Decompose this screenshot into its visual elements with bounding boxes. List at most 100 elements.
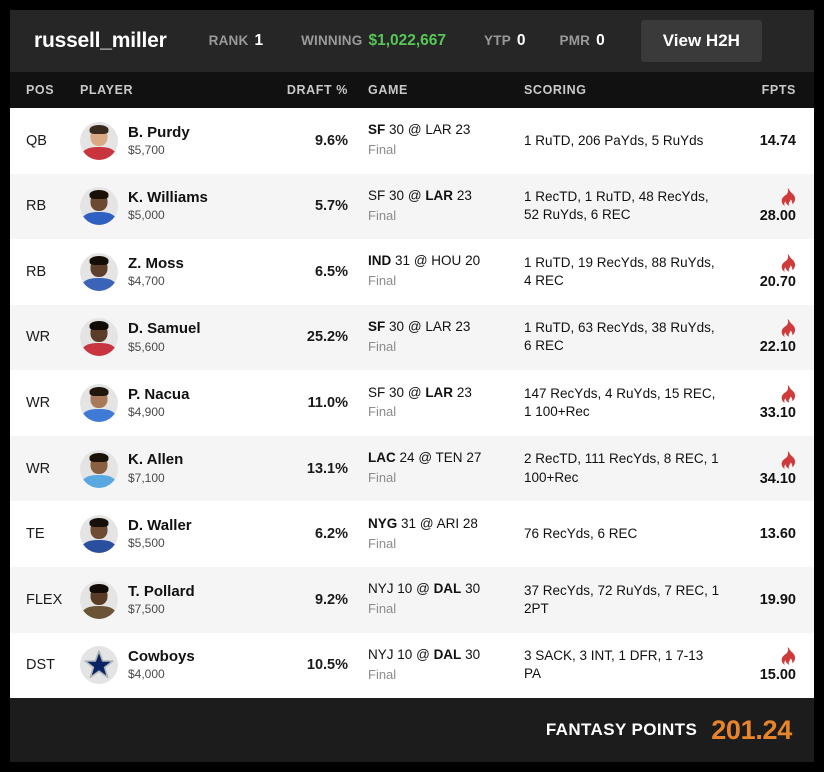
draft-percent-value: 25.2% bbox=[306, 329, 348, 346]
game-away-team: SF bbox=[368, 187, 386, 203]
cell-draft-percent: 9.2% bbox=[260, 591, 348, 609]
column-header-scoring: SCORING bbox=[524, 83, 587, 97]
game-home-team: TEN bbox=[435, 450, 463, 466]
draft-percent-value: 5.7% bbox=[314, 198, 348, 215]
table-column-header: POS PLAYER DRAFT % GAME SCORING FPTS bbox=[10, 72, 814, 108]
game-matchup: SF 30 @ LAR 23 bbox=[368, 122, 508, 139]
table-row[interactable]: WR P. Nacua $4,900 11.0% SF 30 @ LAR 23 Final… bbox=[10, 370, 814, 436]
cell-position: TE bbox=[10, 525, 80, 543]
player-avatar bbox=[80, 449, 118, 488]
game-home-score: 23 bbox=[456, 384, 472, 400]
cell-game[interactable]: SF 30 @ LAR 23 Final bbox=[348, 188, 508, 225]
lineup-card: russell_miller RANK 1 WINNING $1,022,667… bbox=[10, 10, 814, 762]
game-away-score: 30 bbox=[389, 318, 405, 334]
game-away-team: LAC bbox=[368, 450, 396, 466]
ytp-label: YTP bbox=[484, 33, 511, 48]
cell-game[interactable]: NYJ 10 @ DAL 30 Final bbox=[348, 647, 508, 684]
game-away-team: SF bbox=[368, 122, 386, 138]
cell-game[interactable]: NYG 31 @ ARI 28 Final bbox=[348, 516, 508, 553]
cell-player[interactable]: Z. Moss $4,700 bbox=[80, 252, 260, 291]
view-h2h-button[interactable]: View H2H bbox=[640, 20, 762, 62]
game-matchup: NYG 31 @ ARI 28 bbox=[368, 516, 508, 533]
game-home-score: 27 bbox=[466, 450, 482, 466]
cell-player[interactable]: K. Allen $7,100 bbox=[80, 449, 260, 488]
cell-player[interactable]: T. Pollard $7,500 bbox=[80, 580, 260, 619]
game-matchup: NYJ 10 @ DAL 30 bbox=[368, 647, 508, 664]
game-away-score: 30 bbox=[389, 384, 405, 400]
team-logo-avatar bbox=[80, 646, 118, 685]
fpts-value: 28.00 bbox=[759, 208, 796, 225]
player-salary: $5,600 bbox=[128, 339, 165, 354]
cell-game[interactable]: NYJ 10 @ DAL 30 Final bbox=[348, 581, 508, 618]
cell-player[interactable]: Cowboys $4,000 bbox=[80, 646, 260, 685]
scoring-summary: 1 RecTD, 1 RuTD, 48 RecYds, 52 RuYds, 6 … bbox=[524, 189, 709, 223]
game-home-team: DAL bbox=[433, 581, 462, 597]
fantasy-points-label: FANTASY POINTS bbox=[545, 720, 698, 739]
rank-label: RANK bbox=[208, 33, 249, 48]
flame-icon bbox=[781, 647, 796, 666]
column-header-player: PLAYER bbox=[80, 83, 134, 97]
player-info: K. Williams $5,000 bbox=[128, 189, 208, 223]
game-home-team: ARI bbox=[436, 515, 460, 531]
pmr-label: PMR bbox=[559, 33, 591, 48]
table-row[interactable]: WR D. Samuel $5,600 25.2% SF 30 @ LAR 23 Fina… bbox=[10, 304, 814, 371]
position-label: WR bbox=[26, 395, 51, 412]
game-away-team: NYJ bbox=[368, 646, 394, 662]
cell-player[interactable]: P. Nacua $4,900 bbox=[80, 384, 260, 423]
player-name: K. Williams bbox=[128, 189, 208, 207]
game-at-symbol: @ bbox=[413, 253, 428, 269]
cell-game[interactable]: SF 30 @ LAR 23 Final bbox=[348, 319, 508, 356]
position-label: DST bbox=[26, 657, 55, 674]
game-at-symbol: @ bbox=[407, 318, 422, 334]
ytp-value: 0 bbox=[516, 32, 526, 49]
cell-position: RB bbox=[10, 263, 80, 281]
game-away-score: 30 bbox=[389, 122, 405, 138]
table-row[interactable]: DST Cowboys $4,000 10.5% NYJ 10 @ DAL 30 Fina… bbox=[10, 632, 814, 699]
player-salary: $4,000 bbox=[128, 667, 165, 682]
game-home-score: 23 bbox=[455, 122, 471, 138]
table-row[interactable]: TE D. Waller $5,500 6.2% NYG 31 @ ARI 28 Fina… bbox=[10, 501, 814, 567]
cell-draft-percent: 13.1% bbox=[260, 460, 348, 478]
scoring-summary: 2 RecTD, 111 RecYds, 8 REC, 1 100+Rec bbox=[524, 451, 719, 485]
table-row[interactable]: QB B. Purdy $5,700 9.6% SF 30 @ LAR 23 Final 1… bbox=[10, 108, 814, 174]
table-row[interactable]: FLEX T. Pollard $7,500 9.2% NYJ 10 @ DAL 30 F… bbox=[10, 566, 814, 633]
cell-fpts: 33.10 bbox=[722, 385, 814, 421]
table-row[interactable]: RB Z. Moss $4,700 6.5% IND 31 @ HOU 20 Final 1… bbox=[10, 239, 814, 305]
game-matchup: SF 30 @ LAR 23 bbox=[368, 385, 508, 402]
game-home-team: DAL bbox=[433, 646, 462, 662]
username: russell_miller bbox=[34, 29, 167, 52]
cell-position: WR bbox=[10, 460, 80, 478]
cell-game[interactable]: IND 31 @ HOU 20 Final bbox=[348, 253, 508, 290]
game-status: Final bbox=[368, 469, 397, 485]
cell-player[interactable]: D. Samuel $5,600 bbox=[80, 318, 260, 357]
scoring-summary: 1 RuTD, 63 RecYds, 38 RuYds, 6 REC bbox=[524, 320, 715, 354]
player-salary: $5,700 bbox=[128, 142, 165, 157]
table-row[interactable]: RB K. Williams $5,000 5.7% SF 30 @ LAR 23 Fin… bbox=[10, 173, 814, 240]
cell-game[interactable]: SF 30 @ LAR 23 Final bbox=[348, 385, 508, 422]
cell-player[interactable]: B. Purdy $5,700 bbox=[80, 121, 260, 160]
pmr-stat: PMR 0 bbox=[560, 32, 605, 50]
position-label: TE bbox=[26, 526, 45, 543]
cell-player[interactable]: D. Waller $5,500 bbox=[80, 515, 260, 554]
player-name: Z. Moss bbox=[128, 254, 184, 272]
cell-fpts: 14.74 bbox=[722, 133, 814, 149]
table-row[interactable]: WR K. Allen $7,100 13.1% LAC 24 @ TEN 27 Fina… bbox=[10, 435, 814, 502]
fpts-value: 34.10 bbox=[759, 470, 796, 487]
fpts-value: 33.10 bbox=[759, 405, 796, 422]
winning-stat: WINNING $1,022,667 bbox=[301, 32, 446, 50]
game-away-team: NYG bbox=[368, 515, 398, 531]
entry-header: russell_miller RANK 1 WINNING $1,022,667… bbox=[10, 10, 814, 72]
cell-game[interactable]: SF 30 @ LAR 23 Final bbox=[348, 122, 508, 159]
player-name: K. Allen bbox=[128, 451, 184, 469]
game-status: Final bbox=[368, 535, 397, 551]
game-home-score: 28 bbox=[462, 515, 478, 531]
cell-player[interactable]: K. Williams $5,000 bbox=[80, 187, 260, 226]
game-home-team: HOU bbox=[431, 253, 462, 269]
column-header-draft: DRAFT % bbox=[286, 83, 348, 97]
position-label: RB bbox=[26, 263, 47, 280]
cell-draft-percent: 5.7% bbox=[260, 197, 348, 215]
scoring-summary: 1 RuTD, 19 RecYds, 88 RuYds, 4 REC bbox=[524, 254, 715, 288]
game-matchup: SF 30 @ LAR 23 bbox=[368, 319, 508, 336]
fpts-value: 20.70 bbox=[759, 273, 796, 290]
cell-game[interactable]: LAC 24 @ TEN 27 Final bbox=[348, 450, 508, 487]
